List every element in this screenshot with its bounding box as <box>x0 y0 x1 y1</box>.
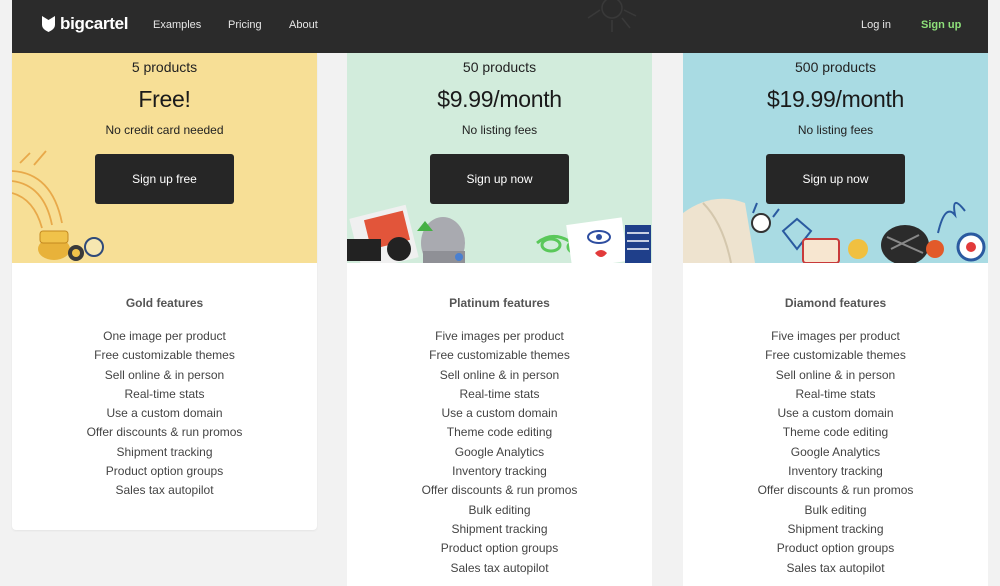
feature-item: Real-time stats <box>124 386 205 401</box>
feature-item: Shipment tracking <box>451 521 548 536</box>
feature-item: Bulk editing <box>468 502 531 517</box>
nav-decoration-icon <box>587 0 637 32</box>
feature-item: Product option groups <box>105 464 224 479</box>
plan-price: $19.99/month <box>766 86 905 112</box>
signup-now-button[interactable]: Sign up now <box>766 154 905 204</box>
feature-item: Theme code editing <box>446 425 553 440</box>
feature-item: Product option groups <box>440 541 559 556</box>
plan-note: No listing fees <box>461 123 538 137</box>
feature-item: Google Analytics <box>790 444 881 459</box>
feature-item: Real-time stats <box>459 386 540 401</box>
plan-hero-diamond: 500 products $19.99/month No listing fee… <box>683 53 988 263</box>
plan-note: No listing fees <box>797 123 874 137</box>
features-list: Five images per product Free customizabl… <box>347 327 652 578</box>
feature-item: Shipment tracking <box>116 444 213 459</box>
feature-item: Offer discounts & run promos <box>757 483 914 498</box>
feature-item: Sell online & in person <box>439 367 560 382</box>
feature-item: Free customizable themes <box>429 348 570 363</box>
feature-item: One image per product <box>103 329 226 343</box>
plan-price: $9.99/month <box>437 86 562 112</box>
product-limit: 5 products <box>131 59 198 75</box>
nav-link-about[interactable]: About <box>289 19 318 31</box>
features-list: One image per product Free customizable … <box>12 327 317 501</box>
plan-card-diamond: 500 products $19.99/month No listing fee… <box>683 53 988 586</box>
brand-logo[interactable]: bigcartel <box>42 14 128 34</box>
feature-item: Offer discounts & run promos <box>421 483 578 498</box>
top-nav: bigcartel Examples Pricing About Log in … <box>12 0 988 53</box>
plan-price: Free! <box>138 86 191 112</box>
feature-item: Sales tax autopilot <box>115 483 214 498</box>
plan-hero-platinum: 50 products $9.99/month No listing fees … <box>347 53 652 263</box>
features-list: Five images per product Free customizabl… <box>683 327 988 578</box>
feature-item: Sell online & in person <box>104 367 225 382</box>
features-title: Platinum features <box>449 296 550 310</box>
plan-card-gold: 5 products Free! No credit card needed S… <box>12 53 317 530</box>
signup-now-button[interactable]: Sign up now <box>430 154 569 204</box>
nav-link-examples[interactable]: Examples <box>153 19 201 31</box>
nav-signup-link[interactable]: Sign up <box>921 19 961 31</box>
feature-item: Use a custom domain <box>777 406 894 421</box>
feature-item: Five images per product <box>435 329 564 343</box>
product-limit: 500 products <box>795 59 876 75</box>
plan-card-platinum: 50 products $9.99/month No listing fees … <box>347 53 652 586</box>
login-link[interactable]: Log in <box>861 19 891 31</box>
plan-hero-gold: 5 products Free! No credit card needed S… <box>12 53 317 263</box>
feature-item: Inventory tracking <box>452 464 547 479</box>
feature-item: Use a custom domain <box>441 406 558 421</box>
feature-item: Google Analytics <box>454 444 545 459</box>
feature-item: Free customizable themes <box>765 348 906 363</box>
nav-link-pricing[interactable]: Pricing <box>228 19 262 31</box>
plan-note: No credit card needed <box>105 123 224 137</box>
brand-name: bigcartel <box>60 14 129 33</box>
signup-free-button[interactable]: Sign up free <box>95 154 234 204</box>
feature-item: Inventory tracking <box>788 464 883 479</box>
features-section: Diamond features Five images per product… <box>683 263 988 578</box>
feature-item: Bulk editing <box>804 502 867 517</box>
features-title: Diamond features <box>784 296 887 310</box>
feature-item: Use a custom domain <box>106 406 223 421</box>
feature-item: Sales tax autopilot <box>786 560 885 575</box>
feature-item: Sell online & in person <box>775 367 896 382</box>
feature-item: Five images per product <box>771 329 900 343</box>
feature-item: Free customizable themes <box>94 348 235 363</box>
feature-item: Sales tax autopilot <box>450 560 549 575</box>
feature-item: Shipment tracking <box>787 521 884 536</box>
features-section: Gold features One image per product Free… <box>12 263 317 501</box>
feature-item: Real-time stats <box>795 386 876 401</box>
features-title: Gold features <box>125 296 204 310</box>
feature-item: Offer discounts & run promos <box>86 425 243 440</box>
bigcartel-logo-icon <box>42 16 55 32</box>
feature-item: Product option groups <box>776 541 895 556</box>
feature-item: Theme code editing <box>782 425 889 440</box>
product-limit: 50 products <box>462 59 537 75</box>
features-section: Platinum features Five images per produc… <box>347 263 652 578</box>
